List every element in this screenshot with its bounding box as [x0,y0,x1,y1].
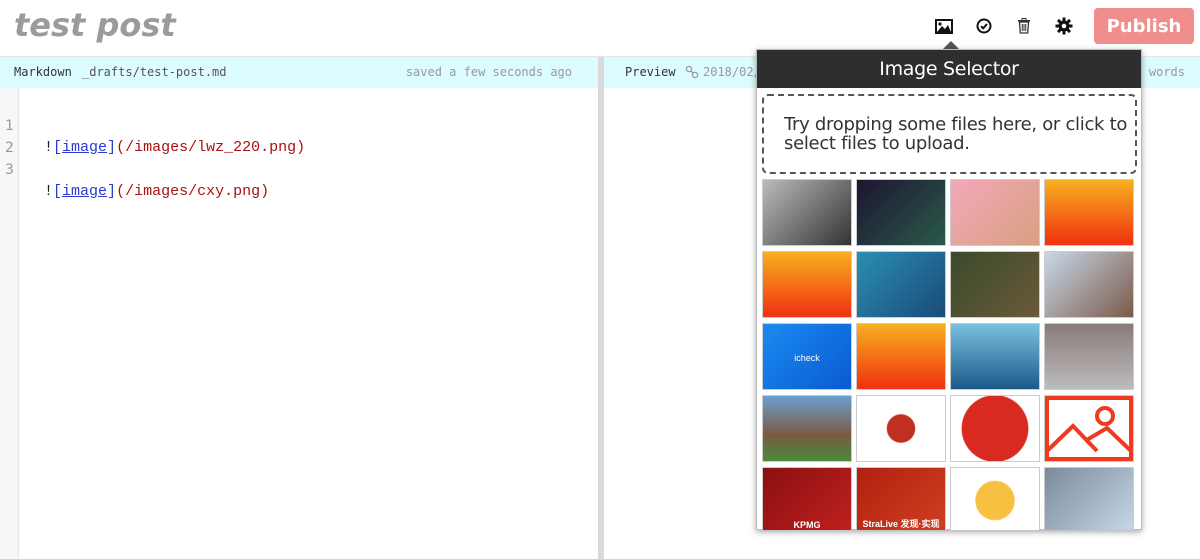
image-selector-button[interactable] [924,6,964,46]
thumbnail-horse-race[interactable] [762,395,852,462]
thumbnail-shouting-man[interactable] [1044,251,1134,318]
editor-line[interactable]: 1 ![image](/images/lwz_220.png) [0,93,305,156]
link-bracket: [ [53,183,63,200]
image-placeholder-icon [1045,396,1133,461]
image-bang: ! [44,183,54,200]
image-selector-popup: Image Selector Try dropping some files h… [756,49,1142,530]
publish-button[interactable]: Publish [1094,8,1194,44]
thumbnail-monkey-king[interactable] [856,251,946,318]
thumbnail-christmas-ornament[interactable] [950,467,1040,530]
editor-status-bar: Markdown _drafts/test-post.md saved a fe… [0,57,598,88]
link-url: (/images/cxy.png) [116,183,270,200]
thumbnail-face-pink[interactable] [950,179,1040,246]
line-number: 3 [5,162,14,178]
upload-dropzone[interactable]: Try dropping some files here, or click t… [762,94,1137,174]
delete-button[interactable] [1004,6,1044,46]
link-bracket: ] [107,139,117,156]
markdown-editor[interactable]: 1 ![image](/images/lwz_220.png) 2 3 ![im… [0,88,598,559]
trash-icon [1018,18,1030,34]
toolbar: Publish [924,0,1200,52]
thumbnail-portrait-bw[interactable] [762,179,852,246]
word-count: words [1148,65,1185,79]
image-bang: ! [44,139,54,156]
link-bracket: [ [53,139,63,156]
thumbnail-monkey-laptop[interactable] [1044,179,1134,246]
image-icon [935,18,953,34]
thumbnail-kpmg-star[interactable]: KPMG [762,467,852,530]
permalink-date[interactable]: 2018/02/ [703,57,761,88]
link-url: (/images/lwz_220.png) [116,139,306,156]
file-path: _drafts/test-post.md [82,65,227,79]
preview-mode-label: Preview [625,65,676,79]
mark-done-button[interactable] [964,6,1004,46]
check-circle-icon [976,18,992,34]
editor-line[interactable]: 2 [0,115,36,156]
save-status: saved a few seconds ago [405,65,572,79]
thumbnail-fantasy-art[interactable] [1044,467,1134,530]
thumbnail-label: icheck [794,353,820,363]
thumbnail-image-placeholder[interactable] [1044,395,1134,462]
editor-line[interactable]: 3 ![image](/images/cxy.png) [0,137,269,200]
thumbnail-label: KPMG [793,520,821,530]
thumbnail-race-cars[interactable] [1044,323,1134,390]
thumbnail-rabbit-grass[interactable] [950,251,1040,318]
link-text: image [62,139,108,156]
popup-arrow [943,41,959,49]
gear-icon [1055,17,1073,35]
thumbnail-sailboat-sea[interactable] [950,323,1040,390]
thumbnail-stralive-banner[interactable]: StraLive 发现·实现 [856,467,946,530]
post-title[interactable]: test post [14,6,176,44]
link-bracket: ] [107,183,117,200]
thumbnail-paper-cut-sheep[interactable] [950,395,1040,462]
popup-title: Image Selector [757,50,1141,88]
thumbnail-code-screen[interactable] [856,179,946,246]
thumbnail-qr-stralive[interactable] [856,395,946,462]
settings-button[interactable] [1044,6,1084,46]
editor-mode-label: Markdown [14,65,72,79]
image-grid: icheck KPMG StraLive 发现·实现 [762,179,1138,530]
thumbnail-monkey-laptop[interactable] [856,323,946,390]
link-text: image [62,183,108,200]
thumbnail-icheck-logo[interactable]: icheck [762,323,852,390]
thumbnail-label: StraLive 发现·实现 [862,519,940,529]
thumbnail-monkey-laptop[interactable] [762,251,852,318]
